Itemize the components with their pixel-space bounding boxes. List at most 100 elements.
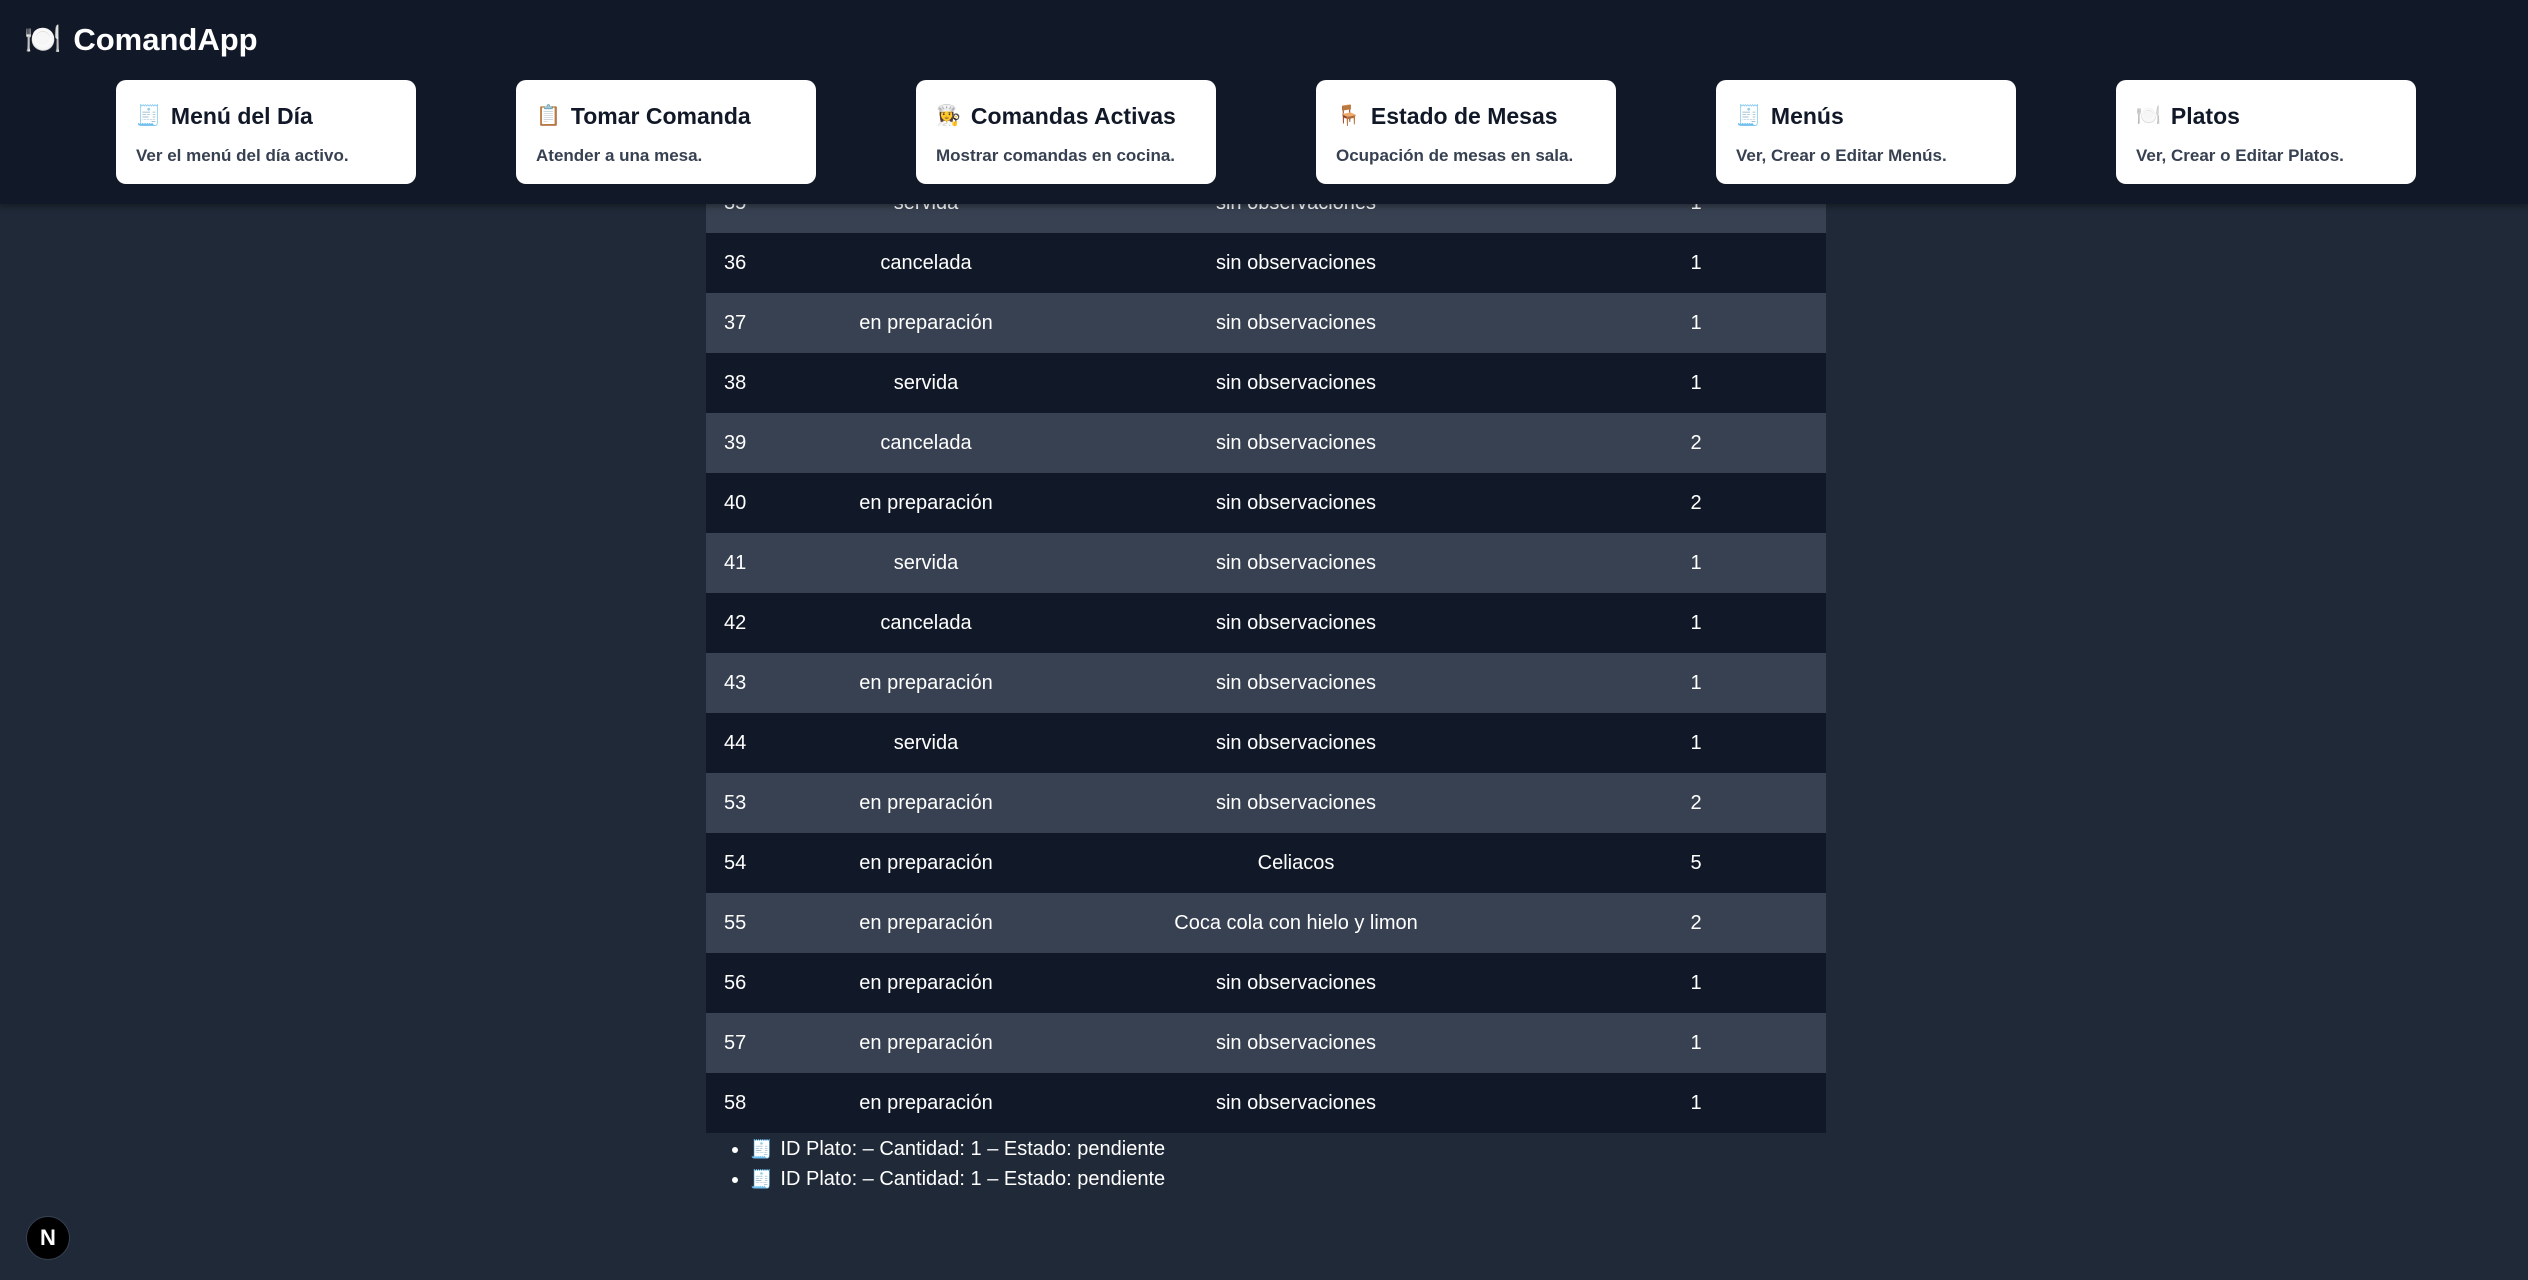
cell-observaciones: sin observaciones [1215,551,1377,574]
cell-observaciones: Celiacos [1257,851,1335,874]
nav-card-title: Menús [1770,102,1844,129]
table-row: 56 en preparación sin observaciones 1 [706,953,1826,1013]
cell-observaciones: sin observaciones [1215,611,1377,634]
cell-observaciones: sin observaciones [1215,491,1377,514]
cell-id: 37 [724,311,747,334]
list-item-text: ID Plato: – Cantidad: 1 – Estado: pendie… [780,1138,1166,1160]
cell-cantidad: 2 [1690,791,1702,814]
nav-cards: 🧾 Menú del Día Ver el menú del día activ… [0,80,2528,184]
cell-id: 57 [724,1031,747,1054]
plate-icon: 🍽️ [2136,105,2161,127]
cell-observaciones: sin observaciones [1215,791,1377,814]
cell-estado: en preparación [859,1091,993,1114]
cell-cantidad: 1 [1690,1031,1702,1054]
cell-estado: en preparación [859,851,993,874]
cell-id: 55 [724,911,747,934]
nav-card-description: Ocupación de mesas en sala. [1336,146,1574,165]
cell-estado: en preparación [859,971,993,994]
cell-id: 44 [724,731,747,754]
cell-id: 56 [724,971,747,994]
cell-cantidad: 2 [1690,911,1702,934]
cell-cantidad: 1 [1690,551,1702,574]
nav-card-description: Ver, Crear o Editar Platos. [2136,146,2344,165]
plato-details: 🧾 ID Plato: – Cantidad: 1 – Estado: pendi… [706,1134,1826,1234]
cook-icon: 👩‍🍳 [936,105,961,127]
list-item: 🧾 ID Plato: – Cantidad: 1 – Estado: pendi… [750,1164,1826,1194]
clipboard-icon: 📋 [536,105,561,127]
app-title: ComandApp [73,22,258,57]
cell-id: 41 [724,551,747,574]
cell-id: 58 [724,1091,747,1114]
nav-card-platos[interactable]: 🍽️ Platos Ver, Crear o Editar Platos. [2116,80,2416,184]
comandas-table: 35servidasin observaciones136canceladasi… [706,173,1826,1133]
table-row: 58 en preparación sin observaciones 1 [706,1073,1826,1133]
nav-card-description: Ver, Crear o Editar Menús. [1736,146,1947,165]
cell-cantidad: 1 [1690,971,1702,994]
cell-observaciones: sin observaciones [1215,1031,1377,1054]
cell-cantidad: 1 [1690,311,1702,334]
nav-card-description: Atender a una mesa. [536,146,703,165]
dev-badge-label: N [40,1225,56,1250]
nextjs-icon[interactable]: N [26,1216,70,1260]
cell-cantidad: 2 [1690,431,1702,454]
table-row: 43 en preparación sin observaciones 1 [706,653,1826,713]
cell-estado: en preparación [859,311,993,334]
table-row: 53 en preparación sin observaciones 2 [706,773,1826,833]
cell-cantidad: 2 [1690,491,1702,514]
cell-observaciones: sin observaciones [1215,971,1377,994]
cell-estado: servida [893,731,959,754]
nav-card-title: Estado de Mesas [1370,102,1558,129]
cell-estado: cancelada [880,611,972,634]
cell-observaciones: sin observaciones [1215,311,1377,334]
brand[interactable]: 🍽️ ComandApp [24,20,258,60]
cell-estado: en preparación [859,491,993,514]
nav-card-menu-del-dia[interactable]: 🧾 Menú del Día Ver el menú del día activ… [116,80,416,184]
cell-id: 39 [724,431,747,454]
cell-id: 42 [724,611,747,634]
cell-id: 53 [724,791,747,814]
receipt-icon: 🧾 [750,1169,773,1189]
list-item: 🧾 ID Plato: – Cantidad: 1 – Estado: pendi… [750,1134,1826,1164]
cell-estado: servida [893,551,959,574]
table-row: 57 en preparación sin observaciones 1 [706,1013,1826,1073]
nav-card-estado-de-mesas[interactable]: 🪑 Estado de Mesas Ocupación de mesas en … [1316,80,1616,184]
nav-card-menus[interactable]: 🧾 Menús Ver, Crear o Editar Menús. [1716,80,2016,184]
cell-id: 36 [724,251,747,274]
cell-cantidad: 1 [1690,371,1702,394]
cell-observaciones: sin observaciones [1215,431,1377,454]
table-row: 54 en preparación Celiacos 5 [706,833,1826,893]
cell-observaciones: sin observaciones [1215,731,1377,754]
nav-card-title: Comandas Activas [970,102,1176,129]
table-row: 40 en preparación sin observaciones 2 [706,473,1826,533]
nav-card-description: Mostrar comandas en cocina. [936,146,1176,165]
receipt-icon: 🧾 [136,105,161,127]
list-item-text: ID Plato: – Cantidad: 1 – Estado: pendie… [780,1168,1166,1190]
nav-card-title: Tomar Comanda [570,102,751,129]
table-row: 55 en preparación Coca cola con hielo y li… [706,893,1826,953]
table-row: 36 cancelada sin observaciones 1 [706,233,1826,293]
chair-icon: 🪑 [1336,105,1361,127]
nav-card-tomar-comanda[interactable]: 📋 Tomar Comanda Atender a una mesa. [516,80,816,184]
cell-observaciones: sin observaciones [1215,251,1377,274]
cell-cantidad: 1 [1690,671,1702,694]
cell-estado: en preparación [859,1031,993,1054]
cell-estado: cancelada [880,251,972,274]
table-row: 41 servida sin observaciones 1 [706,533,1826,593]
cell-id: 54 [724,851,747,874]
cell-estado: en preparación [859,911,993,934]
cell-observaciones: sin observaciones [1215,371,1377,394]
table-row: 39 cancelada sin observaciones 2 [706,413,1826,473]
nav-card-comandas-activas[interactable]: 👩‍🍳 Comandas Activas Mostrar comandas en… [916,80,1216,184]
receipt-icon: 🧾 [1736,105,1761,127]
cell-id: 38 [724,371,747,394]
nav-card-title: Menú del Día [170,102,313,129]
table-row: 42 cancelada sin observaciones 1 [706,593,1826,653]
cell-observaciones: Coca cola con hielo y limon [1174,911,1418,934]
cell-observaciones: sin observaciones [1215,671,1377,694]
cell-estado: servida [893,371,959,394]
cell-observaciones: sin observaciones [1215,1091,1377,1114]
table-row: 44 servida sin observaciones 1 [706,713,1826,773]
top-navbar: 🍽️ ComandApp 🧾 Menú del Día Ver el menú … [0,0,2528,204]
table-row: 37 en preparación sin observaciones 1 [706,293,1826,353]
nav-card-description: Ver el menú del día activo. [136,146,349,165]
